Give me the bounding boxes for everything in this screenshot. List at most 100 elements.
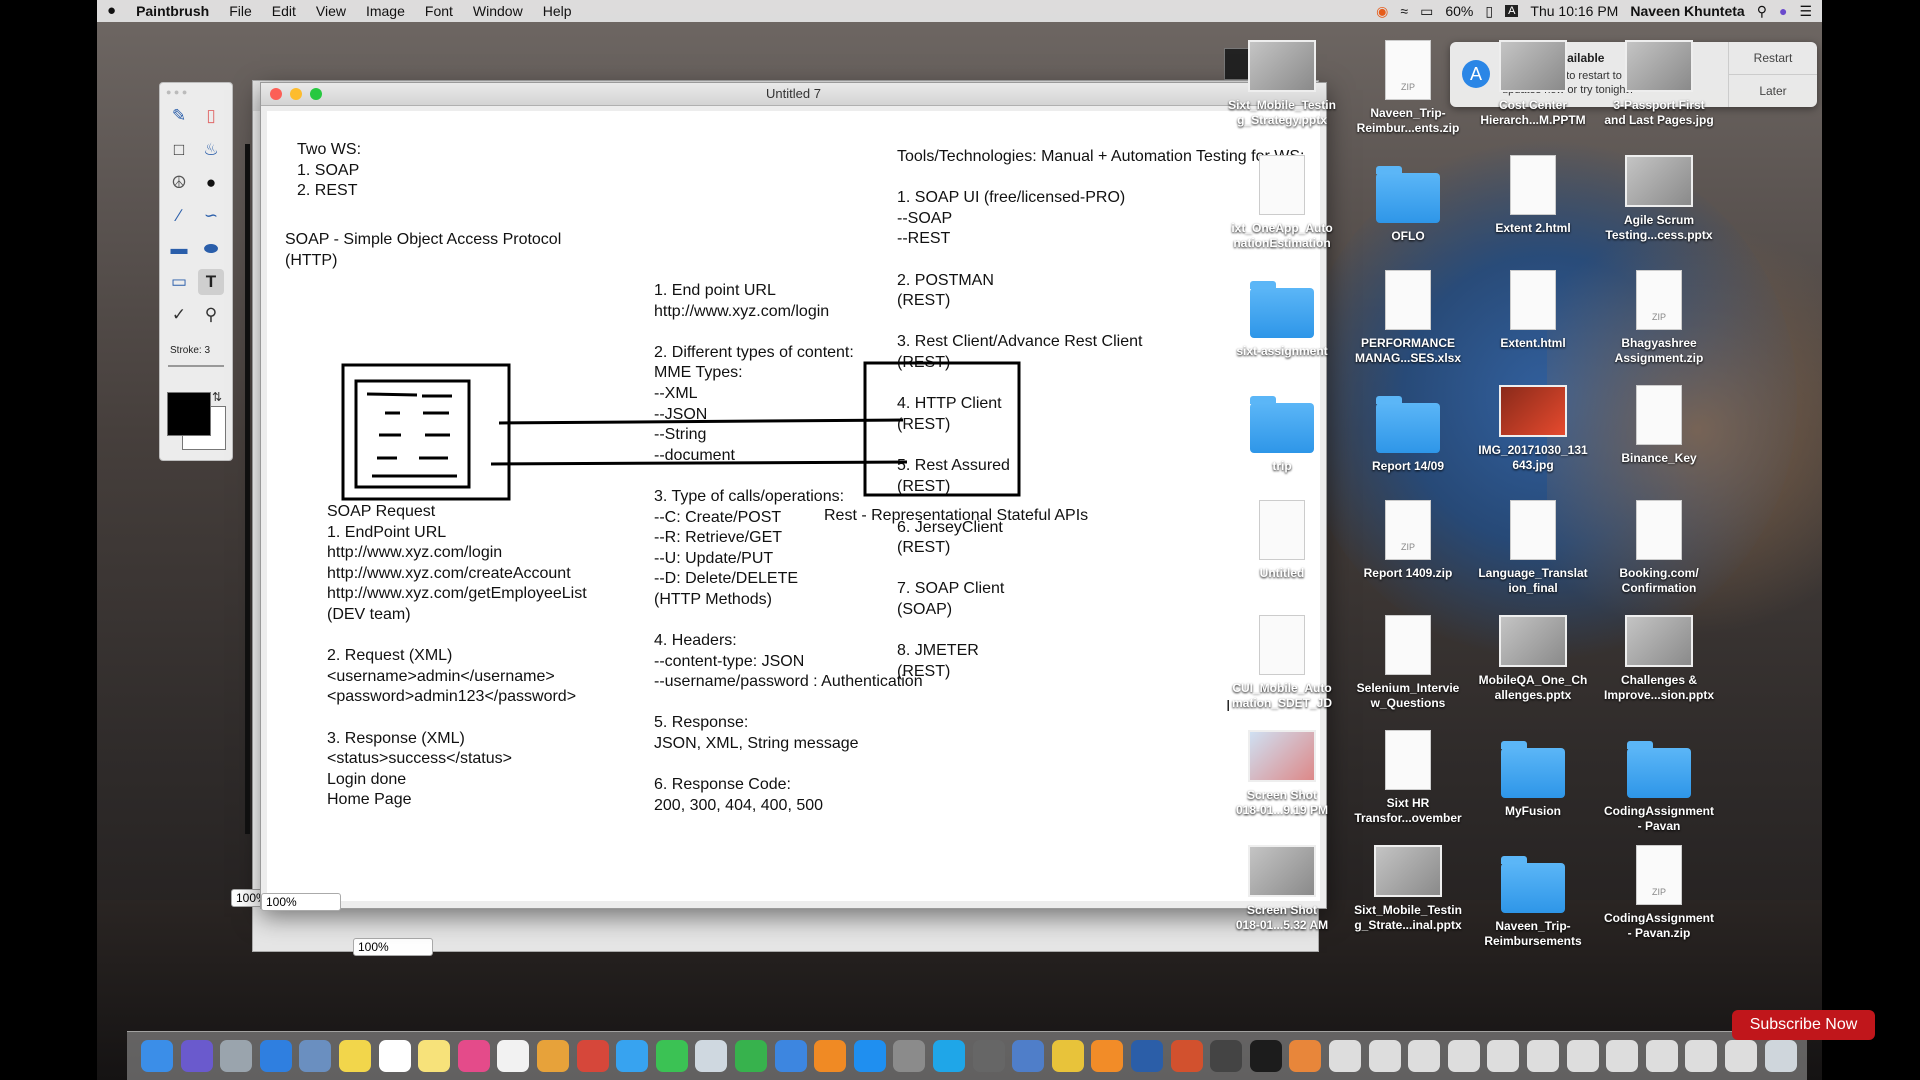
subscribe-now-button[interactable]: Subscribe Now [1732,1010,1875,1040]
menu-app-name[interactable]: Paintbrush [126,0,219,22]
airplay-icon[interactable]: ▭ [1420,3,1433,20]
select-tool-icon[interactable]: □ [166,137,192,163]
drawing-canvas[interactable]: Two WS: 1. SOAP 2. REST SOAP - Simple Ob… [267,111,1320,901]
desktop-icon[interactable]: ZIP Bhagyashree Assignment.zip [1600,270,1718,366]
launchpad-icon[interactable] [220,1040,253,1072]
file-stack-icon[interactable] [1487,1040,1520,1072]
sublime-icon[interactable] [1091,1040,1124,1072]
swap-colors-icon[interactable]: ⇅ [212,390,222,404]
desktop-icon[interactable]: CUI_Mobile_Auto mation_SDET_JD [1223,615,1341,711]
battery-percent[interactable]: 60% [1445,3,1473,19]
desktop-icon[interactable]: Sixt_Mobile_Testin g_Strategy.pptx [1223,40,1341,128]
powerpoint-icon[interactable] [1170,1040,1203,1072]
desktop-icon[interactable]: OFLO [1349,155,1467,244]
facetime-icon[interactable] [655,1040,688,1072]
foreground-color-swatch[interactable] [167,392,211,436]
ellipse-tool-icon[interactable]: ⬬ [198,236,224,262]
desktop-icon[interactable]: Selenium_Intervie w_Questions [1349,615,1467,711]
later-button[interactable]: Later [1729,75,1817,107]
window-title-bar[interactable]: Untitled 7 [261,83,1326,106]
image-stack-icon[interactable] [1527,1040,1559,1072]
mail-icon[interactable] [299,1040,332,1072]
desktop-icon[interactable]: sixt-assignment [1223,270,1341,359]
desktop-icon[interactable]: Cost Center Hierarch...M.PPTM [1474,40,1592,128]
downloads-stack-icon[interactable] [1447,1040,1480,1072]
desktop-icon[interactable]: Screen Shot 018-01...9.19 PM [1223,730,1341,818]
menu-font[interactable]: Font [415,0,463,22]
curve-tool-icon[interactable]: ∽ [198,203,224,229]
desktop-icon[interactable]: Booking.com/ Confirmation [1600,500,1718,596]
eyedropper-tool-icon[interactable]: ✓ [166,302,192,328]
text-tool-icon[interactable]: T [198,269,224,295]
desktop-icon[interactable]: PERFORMANCE MANAG...SES.xlsx [1349,270,1467,366]
menu-user[interactable]: Naveen Khunteta [1630,3,1744,19]
finder-icon[interactable] [141,1040,173,1072]
chrome-icon[interactable] [1051,1040,1084,1072]
notes-icon[interactable] [339,1040,371,1072]
desktop-icon[interactable]: trip [1223,385,1341,474]
siri-icon[interactable]: ● [1779,3,1787,19]
photos-app-icon[interactable] [1289,1040,1322,1072]
desktop-icon[interactable]: Binance_Key [1600,385,1718,466]
eraser-tool-icon[interactable]: ▯ [198,103,224,129]
word-icon[interactable] [1131,1040,1163,1072]
window-stack-icon[interactable] [1566,1040,1599,1072]
desktop-icon[interactable]: Agile Scrum Testing...cess.pptx [1600,155,1718,243]
desktop-icon[interactable]: IMG_20171030_131 643.jpg [1474,385,1592,473]
siri-icon[interactable] [180,1040,213,1072]
desktop-icon[interactable]: MobileQA_One_Ch allenges.pptx [1474,615,1592,703]
desktop-icon[interactable]: Untitled [1223,500,1341,581]
desktop-icon[interactable]: CodingAssignment - Pavan [1600,730,1718,834]
trash-icon[interactable] [1764,1040,1797,1072]
desktop-icon[interactable]: Sixt_Mobile_Testin g_Strate...inal.pptx [1349,845,1467,933]
terminal-icon[interactable] [1249,1040,1282,1072]
spray-tool-icon[interactable]: ☮ [166,170,192,196]
desktop-icon[interactable]: Language_Translat ion_final [1474,500,1592,596]
safari-icon[interactable] [259,1040,292,1072]
apple-menu-icon[interactable]: ● [97,0,126,22]
stickies-icon[interactable] [418,1040,451,1072]
rectangle-tool-icon[interactable]: ▬ [166,236,192,262]
help-icon[interactable] [972,1040,1005,1072]
desktop-icon[interactable]: Naveen_Trip- Reimbursements [1474,845,1592,949]
restart-button[interactable]: Restart [1729,42,1817,75]
spreadsheet-stack-icon[interactable] [1368,1040,1401,1072]
menu-view[interactable]: View [306,0,356,22]
menu-file[interactable]: File [219,0,262,22]
desktop-icon[interactable]: MyFusion [1474,730,1592,819]
desktop-icon[interactable]: Sixt HR Transfor...ovember [1349,730,1467,826]
system-preferences-icon[interactable] [893,1040,926,1072]
paint-window[interactable]: Untitled 7 Two WS: 1. SOAP 2. REST SOAP … [260,82,1327,911]
desktop-icon[interactable]: ZIP Report 1409.zip [1349,500,1467,581]
rounded-rect-tool-icon[interactable]: ▭ [166,269,192,295]
recording-icon[interactable]: ◉ [1376,3,1388,20]
zoom-tool-icon[interactable]: ⚲ [198,302,224,328]
vpn-icon[interactable] [1210,1040,1243,1072]
chrome-like-icon[interactable] [576,1040,609,1072]
battery-icon[interactable]: ▯ [1485,3,1493,20]
menu-edit[interactable]: Edit [262,0,306,22]
spotlight-search-icon[interactable]: ⚲ [1757,3,1767,20]
desktop-icon[interactable]: ixt_OneApp_Auto nationEstimation [1223,155,1341,251]
menu-image[interactable]: Image [356,0,415,22]
notification-center-icon[interactable]: ☰ [1799,3,1812,20]
app-store-icon[interactable] [853,1040,886,1072]
desktop-icon[interactable]: Challenges & Improve...sion.pptx [1600,615,1718,703]
desktop-icon[interactable]: Extent 2.html [1474,155,1592,236]
pencil-tool-icon[interactable]: ✎ [166,103,192,129]
xcode-icon[interactable] [1012,1040,1045,1072]
photo-stack-icon[interactable] [1606,1040,1639,1072]
numbers-icon[interactable] [735,1040,767,1072]
bomb-tool-icon[interactable]: ● [198,170,224,196]
background-zoom-select[interactable]: 100% [353,938,433,956]
notes-stack-icon[interactable] [1685,1040,1718,1072]
document-stack-icon[interactable] [1329,1040,1361,1072]
screenshot-stack-icon[interactable] [1408,1040,1441,1072]
fill-tool-icon[interactable]: ♨ [198,137,224,163]
menu-window[interactable]: Window [463,0,533,22]
calendar-icon[interactable] [378,1040,411,1072]
preview-icon[interactable] [695,1040,728,1072]
skype-icon[interactable] [933,1040,965,1072]
desktop-icon[interactable]: ZIP CodingAssignment - Pavan.zip [1600,845,1718,941]
itunes-icon[interactable] [457,1040,490,1072]
